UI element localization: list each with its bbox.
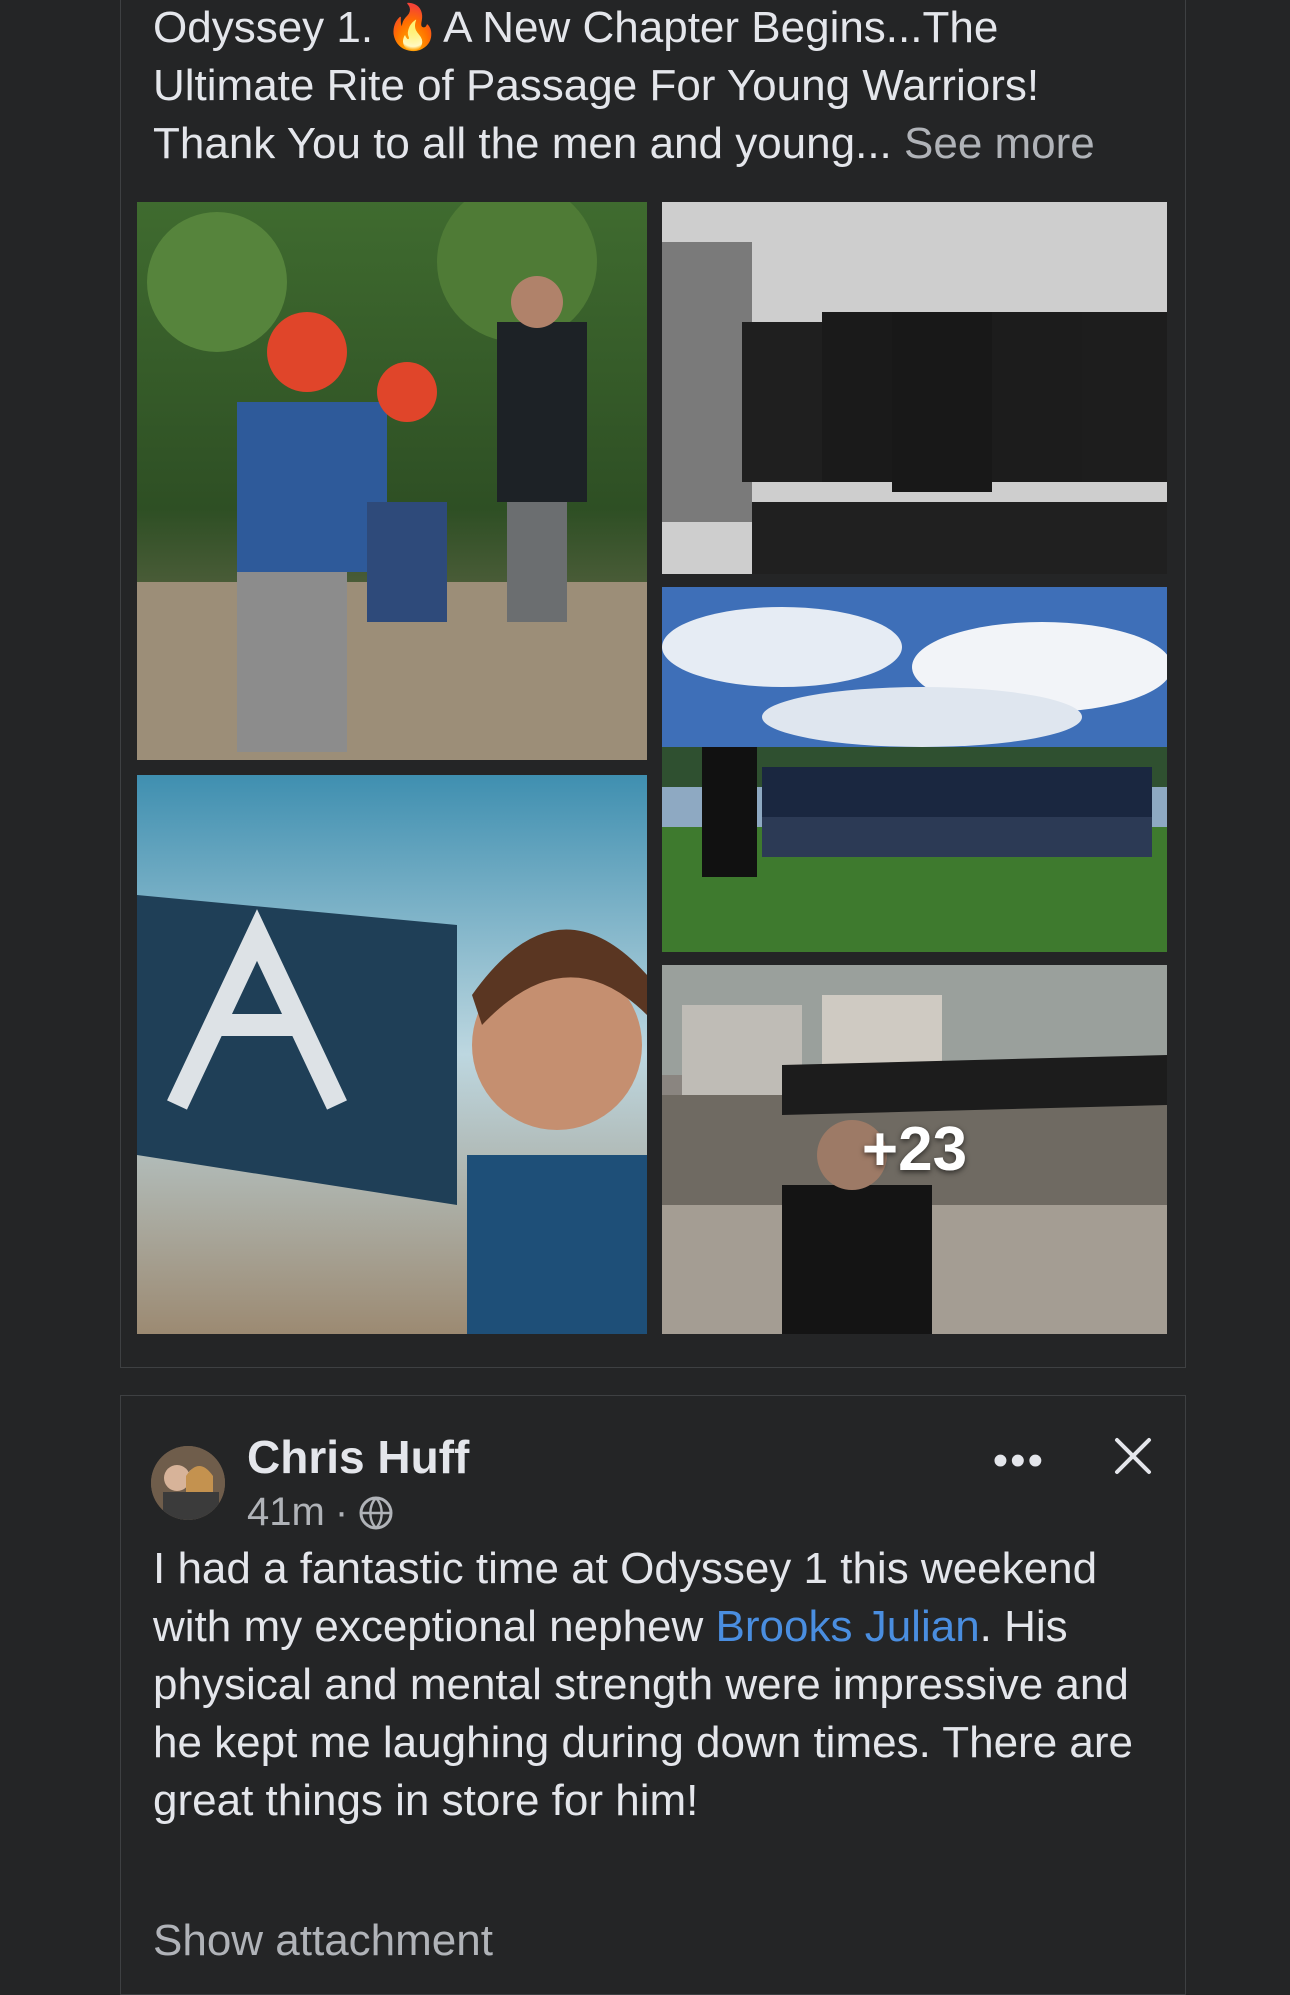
fire-emoji-icon: 🔥 [385,3,441,52]
post-meta: 41m · [247,1490,394,1535]
post-time[interactable]: 41m [247,1490,325,1535]
post-body: I had a fantastic time at Odyssey 1 this… [153,1540,1155,1830]
photo-group-outdoor[interactable] [662,587,1167,952]
photo-sparring[interactable] [137,202,647,760]
mention-link[interactable]: Brooks Julian [716,1602,980,1651]
photo-beach[interactable]: +23 [662,965,1167,1334]
author-name[interactable]: Chris Huff [247,1430,469,1484]
post-card-chris-huff: Chris Huff 41m · ••• I had a fantastic t… [120,1395,1186,1995]
meta-separator: · [334,1490,349,1534]
post-text-line2: Ultimate Rite of Passage For Young Warri… [153,61,1040,110]
close-icon[interactable] [1109,1432,1157,1480]
post-text: Odyssey 1. 🔥 A New Chapter Begins...The … [153,0,1155,173]
avatar[interactable] [151,1446,225,1520]
post-title-prefix: Odyssey 1. [153,3,374,52]
post-text-line1: A New Chapter Begins...The [443,3,999,52]
more-photos-count[interactable]: +23 [662,965,1167,1334]
photo-group-bw[interactable] [662,202,1167,574]
post-text-line3: Thank You to all the men and young... [153,119,892,168]
more-options-button[interactable]: ••• [993,1436,1045,1486]
show-attachment-link[interactable]: Show attachment [153,1916,493,1966]
post-card-odyssey: Odyssey 1. 🔥 A New Chapter Begins...The … [120,0,1186,1368]
photo-flag-boy[interactable] [137,775,647,1334]
see-more-link[interactable]: See more [904,119,1095,168]
globe-icon [359,1496,393,1529]
